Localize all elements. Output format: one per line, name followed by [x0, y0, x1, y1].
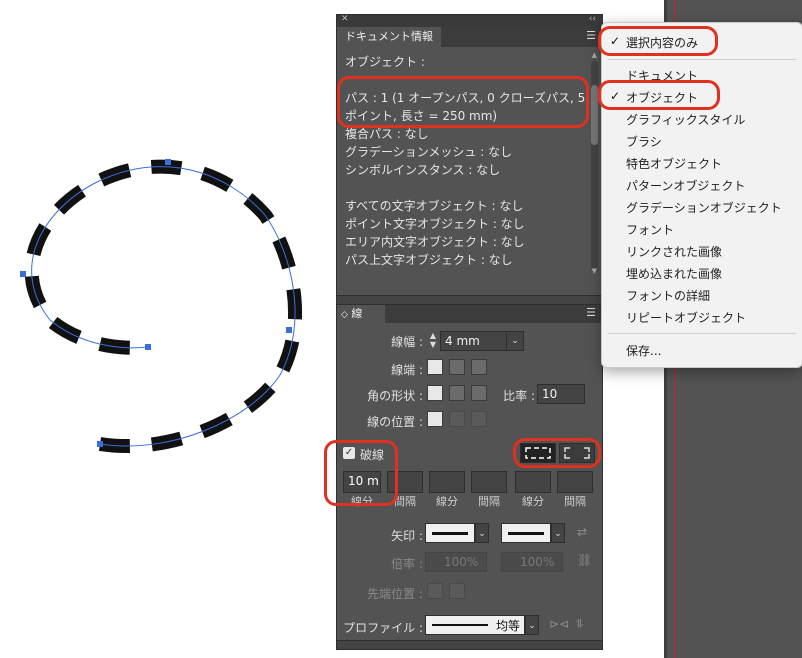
panel-resize-grip[interactable] [337, 640, 602, 649]
gap-2-caption: 間隔 [478, 495, 500, 508]
butt-cap-icon[interactable] [427, 359, 443, 375]
highlight-selection-only [598, 26, 718, 56]
info-line: グラデーションメッシュ : なし [345, 145, 513, 159]
align-stroke-label: 線の位置 : [367, 415, 423, 429]
round-join-icon[interactable] [449, 385, 465, 401]
weight-label: 線幅 : [391, 335, 423, 349]
scrollbar-thumb[interactable] [591, 85, 598, 145]
menu-item-pattern-objects[interactable]: パターンオブジェクト [626, 177, 745, 194]
menu-item-repeat-objects[interactable]: リピートオブジェクト [626, 309, 746, 326]
info-line: ポイント文字オブジェクト : なし [345, 217, 525, 231]
swap-arrows-icon[interactable]: ⇄ [577, 525, 587, 539]
stroke-tab-label: 線 [351, 307, 363, 320]
scroll-down-icon[interactable]: ▼ [592, 267, 597, 275]
hamburger-icon[interactable]: ☰ [585, 30, 597, 42]
end-arrowhead-select[interactable] [501, 523, 551, 543]
close-icon[interactable]: ✕ [341, 14, 349, 24]
gap-3-input[interactable] [557, 471, 593, 493]
flip-across-icon[interactable]: ⥮ [575, 617, 584, 632]
align-inside-icon[interactable] [449, 411, 465, 427]
info-line: シンボルインスタンス : なし [345, 163, 501, 177]
dash-3-input[interactable] [515, 471, 551, 493]
arrowhead-label: 矢印 : [391, 529, 423, 543]
profile-label: プロファイル : [343, 621, 423, 635]
arrow-align-label: 先端位置 : [367, 587, 423, 601]
highlight-path-info [337, 76, 589, 128]
menu-separator [608, 59, 796, 60]
menu-item-embedded-images[interactable]: 埋め込まれた画像 [626, 265, 722, 282]
double-chevron-icon[interactable]: ‹‹ [589, 14, 596, 24]
info-line: パス上文字オブジェクト : なし [345, 253, 513, 267]
info-line: エリア内文字オブジェクト : なし [345, 235, 525, 249]
extend-arrow-tip-icon[interactable] [427, 583, 443, 599]
menu-item-fonts[interactable]: フォント [626, 221, 674, 238]
profile-value: 均等 [495, 619, 520, 633]
doc-info-tabbar: ドキュメント情報 ☰ [337, 27, 602, 47]
panel-options-menu: ✓ 選択内容のみ ドキュメント ✓ オブジェクト グラフィックスタイル ブラシ … [601, 22, 802, 368]
chevron-down-icon[interactable]: ⌄ [525, 615, 539, 635]
collapse-arrows-icon: ◇ [341, 310, 348, 320]
miter-join-icon[interactable] [427, 385, 443, 401]
highlight-objects [598, 80, 720, 110]
end-scale-input[interactable]: 100% [501, 552, 563, 572]
tab-document-info[interactable]: ドキュメント情報 [337, 27, 441, 47]
menu-item-spot-colors[interactable]: 特色オブジェクト [626, 155, 722, 172]
flip-along-icon[interactable]: ⊳⊲ [549, 617, 569, 631]
dash-3-caption: 線分 [522, 495, 544, 508]
anchor-point[interactable] [145, 344, 151, 350]
dashed-path[interactable] [24, 159, 303, 454]
menu-separator [608, 333, 796, 334]
panel-title-strip: ✕ ‹‹ [337, 14, 602, 27]
link-scale-icon[interactable]: ⛓ [577, 553, 592, 567]
artboard-canvas[interactable] [0, 0, 336, 658]
align-center-icon[interactable] [427, 411, 443, 427]
menu-item-linked-images[interactable]: リンクされた画像 [626, 243, 722, 260]
chevron-down-icon[interactable]: ⌄ [506, 331, 523, 351]
anchor-point[interactable] [286, 327, 292, 333]
panel-divider[interactable] [337, 295, 602, 305]
menu-item-graphic-styles[interactable]: グラフィックスタイル [626, 111, 745, 128]
info-line: オブジェクト : [345, 55, 425, 69]
menu-item-gradient-objects[interactable]: グラデーションオブジェクト [626, 199, 782, 216]
round-cap-icon[interactable] [449, 359, 465, 375]
menu-item-font-details[interactable]: フォントの詳細 [626, 287, 710, 304]
bevel-join-icon[interactable] [471, 385, 487, 401]
place-arrow-tip-icon[interactable] [449, 583, 465, 599]
info-line: すべての文字オブジェクト : なし [345, 199, 524, 213]
chevron-down-icon[interactable]: ⌄ [551, 523, 565, 543]
weight-stepper-icon[interactable]: ▲ ▼ [427, 331, 439, 351]
projecting-cap-icon[interactable] [471, 359, 487, 375]
info-scrollbar[interactable] [591, 61, 598, 271]
menu-item-brushes[interactable]: ブラシ [626, 133, 662, 150]
cap-label: 線端 : [391, 363, 423, 377]
corner-label: 角の形状 : [367, 389, 423, 403]
start-scale-input[interactable]: 100% [425, 552, 487, 572]
miter-limit-label: 比率 : [503, 389, 535, 403]
menu-item-save[interactable]: 保存... [626, 342, 661, 359]
highlight-dashed-settings [324, 440, 398, 506]
tab-stroke[interactable]: ◇ 線 [337, 305, 385, 323]
hamburger-icon[interactable]: ☰ [585, 307, 597, 319]
dash-2-input[interactable] [429, 471, 465, 493]
anchor-point[interactable] [165, 159, 171, 165]
anchor-point[interactable] [97, 441, 103, 447]
weight-input[interactable]: 4 mm ⌄ [440, 331, 524, 351]
weight-value: 4 mm [445, 334, 480, 348]
chevron-down-icon[interactable]: ⌄ [475, 523, 489, 543]
anchor-point[interactable] [20, 271, 26, 277]
scroll-up-icon[interactable]: ▲ [592, 51, 597, 59]
gap-2-input[interactable] [471, 471, 507, 493]
width-profile-select[interactable]: 均等 [425, 615, 525, 635]
highlight-dash-alignment [513, 438, 601, 468]
start-arrowhead-select[interactable] [425, 523, 475, 543]
stroke-tabbar: ◇ 線 ☰ [337, 305, 602, 323]
miter-limit-input[interactable]: 10 [537, 384, 585, 404]
dash-2-caption: 線分 [436, 495, 458, 508]
gap-3-caption: 間隔 [564, 495, 586, 508]
align-outside-icon[interactable] [471, 411, 487, 427]
arrow-scale-label: 倍率 : [391, 557, 423, 571]
